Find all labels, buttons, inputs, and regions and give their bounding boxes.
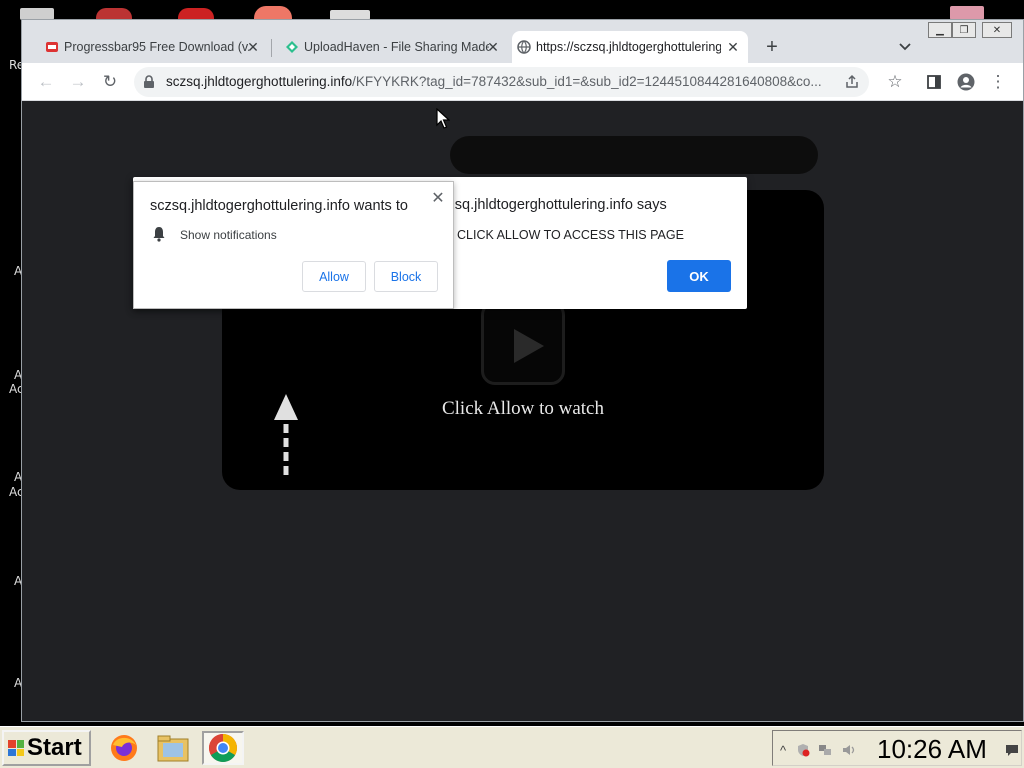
bookmark-star-icon[interactable]: ☆ — [883, 70, 907, 94]
minimize-button[interactable]: ▁ — [928, 22, 952, 38]
progressbar-favicon — [44, 39, 60, 55]
security-alert-icon[interactable] — [795, 742, 811, 758]
side-panel-icon[interactable] — [922, 70, 946, 94]
allow-button[interactable]: Allow — [302, 261, 366, 292]
tab-strip: Progressbar95 Free Download (v... ✕ Uplo… — [22, 20, 1023, 63]
start-button[interactable]: Start — [2, 730, 91, 766]
close-tab-icon[interactable]: ✕ — [484, 38, 502, 56]
tab-progressbar[interactable]: Progressbar95 Free Download (v... ✕ — [40, 31, 268, 63]
clock: 10:26 AM — [877, 734, 987, 764]
globe-icon — [516, 39, 532, 55]
url-path: /KFYYKRK?tag_id=787432&sub_id1=&sub_id2=… — [352, 74, 822, 89]
alert-message: CLICK ALLOW TO ACCESS THIS PAGE — [457, 228, 684, 242]
play-button[interactable] — [481, 301, 565, 385]
address-bar[interactable]: sczsq.jhldtogerghottulering.info/KFYYKRK… — [134, 67, 869, 97]
mouse-cursor-icon — [436, 108, 450, 129]
forward-button[interactable]: → — [66, 70, 90, 94]
maximize-button[interactable]: ❐ — [952, 22, 976, 38]
action-center-icon[interactable] — [1004, 742, 1020, 758]
close-icon[interactable]: ✕ — [428, 188, 448, 208]
desktop-icon-app[interactable] — [950, 6, 984, 20]
new-tab-button[interactable]: + — [760, 35, 784, 59]
browser-window: Progressbar95 Free Download (v... ✕ Uplo… — [21, 19, 1024, 722]
close-tab-icon[interactable]: ✕ — [724, 38, 742, 56]
profile-avatar-icon[interactable] — [954, 70, 978, 94]
permission-item: Show notifications — [180, 228, 277, 242]
file-explorer-taskbar-icon[interactable] — [155, 731, 191, 765]
taskbar: Start ^ 10:26 AM — [0, 726, 1024, 768]
ok-button[interactable]: OK — [667, 260, 731, 292]
play-icon — [514, 329, 544, 363]
volume-icon[interactable] — [841, 742, 857, 758]
bell-icon — [153, 227, 165, 242]
windows-logo-icon — [8, 740, 24, 756]
desktop-icon-app[interactable] — [254, 6, 292, 20]
lock-icon[interactable] — [142, 75, 156, 89]
browser-menu-icon[interactable]: ⋮ — [986, 70, 1010, 94]
url-text[interactable]: sczsq.jhldtogerghottulering.info/KFYYKRK… — [166, 74, 838, 89]
start-label: Start — [27, 734, 82, 761]
network-icon[interactable] — [817, 742, 833, 758]
alert-title: sczsq.jhldtogerghottulering.info says — [433, 197, 667, 213]
firefox-taskbar-icon[interactable] — [106, 731, 142, 765]
block-button[interactable]: Block — [374, 261, 438, 292]
notification-permission-prompt: sczsq.jhldtogerghottulering.info wants t… — [133, 181, 454, 309]
chrome-taskbar-icon[interactable] — [202, 731, 244, 765]
tab-label: UploadHaven - File Sharing Made... — [304, 40, 489, 54]
tab-uploadhaven[interactable]: UploadHaven - File Sharing Made... ✕ — [280, 31, 508, 63]
tab-separator — [271, 39, 272, 57]
close-window-button[interactable]: ✕ — [982, 22, 1012, 38]
system-tray: ^ 10:26 AM — [772, 730, 1022, 766]
close-tab-icon[interactable]: ✕ — [244, 38, 262, 56]
tab-active-site[interactable]: https://sczsq.jhldtogerghottulering... ✕ — [512, 31, 748, 63]
tab-search-button[interactable] — [894, 36, 916, 58]
browser-toolbar: ← → ↻ sczsq.jhldtogerghottulering.info/K… — [22, 63, 1023, 101]
click-allow-text: Click Allow to watch — [441, 398, 604, 419]
tab-label: https://sczsq.jhldtogerghottulering... — [536, 40, 721, 54]
page-content: Click Allow to watch sczsq.jhldtogerghot… — [22, 102, 1023, 721]
back-button[interactable]: ← — [34, 70, 58, 94]
tray-expand-icon[interactable]: ^ — [775, 742, 791, 758]
loading-bar — [450, 136, 818, 174]
reload-button[interactable]: ↻ — [98, 70, 122, 94]
url-host: sczsq.jhldtogerghottulering.info — [166, 74, 353, 89]
uploadhaven-favicon — [284, 39, 300, 55]
share-icon[interactable] — [842, 72, 862, 92]
tab-label: Progressbar95 Free Download (v... — [64, 40, 249, 54]
permission-title: sczsq.jhldtogerghottulering.info wants t… — [150, 198, 408, 214]
